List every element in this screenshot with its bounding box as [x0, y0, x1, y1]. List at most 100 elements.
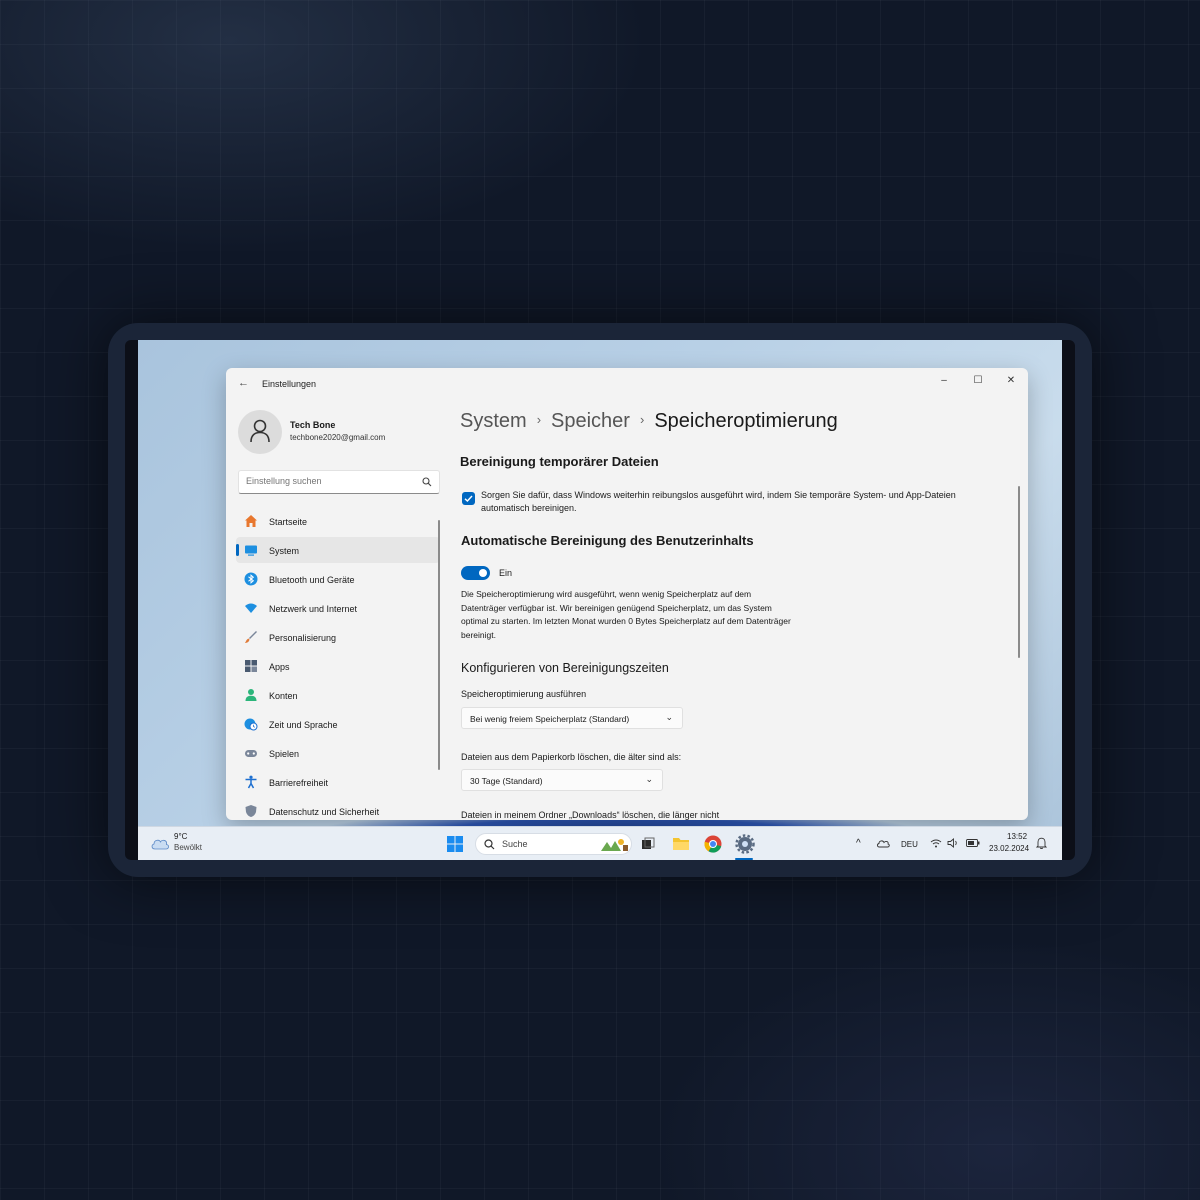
globe-clock-icon	[244, 718, 258, 731]
battery-icon[interactable]	[966, 839, 980, 847]
sidebar-item-netzwerk[interactable]: Netzwerk und Internet	[236, 595, 440, 621]
avatar[interactable]	[238, 410, 282, 454]
file-explorer-icon[interactable]	[672, 835, 690, 851]
sidebar-item-datenschutz[interactable]: Datenschutz und Sicherheit	[236, 798, 440, 820]
recycle-bin-label: Dateien aus dem Papierkorb löschen, die …	[461, 752, 682, 762]
close-button[interactable]: ✕	[999, 372, 1023, 390]
minimize-button[interactable]: –	[932, 372, 956, 390]
chevron-down-icon: ⌄	[665, 712, 673, 722]
active-app-indicator	[735, 858, 753, 860]
toggle-state-label: Ein	[499, 568, 513, 578]
window-title: Einstellungen	[262, 379, 317, 389]
wifi-tray-icon[interactable]	[930, 838, 942, 848]
breadcrumb-separator: ›	[536, 412, 542, 427]
checkmark-icon	[464, 495, 473, 502]
section-heading-auto: Automatische Bereinigung des Benutzerinh…	[461, 533, 754, 548]
apps-icon	[245, 660, 257, 672]
recycle-bin-dropdown[interactable]: 30 Tage (Standard) ⌄	[461, 769, 663, 791]
weather-desc: Bewölkt	[174, 843, 203, 852]
taskbar-search[interactable]: Suche	[475, 833, 632, 855]
run-frequency-dropdown[interactable]: Bei wenig freiem Speicherplatz (Standard…	[461, 707, 683, 729]
task-view-icon[interactable]	[641, 837, 655, 851]
tray-overflow-chevron-icon[interactable]: ^	[856, 838, 861, 849]
sidebar-item-label: Spielen	[269, 749, 300, 759]
temp-files-checkbox-label: Sorgen Sie dafür, dass Windows weiterhin…	[481, 490, 956, 513]
wifi-icon	[245, 603, 257, 613]
desktop: ← Einstellungen – ☐ ✕ Tech Bone techbone…	[138, 340, 1062, 860]
weather-temp: 9°C	[174, 832, 188, 841]
dropdown-value: 30 Tage (Standard)	[470, 776, 543, 786]
volume-icon[interactable]	[947, 838, 959, 848]
breadcrumb-system[interactable]: System	[460, 410, 527, 432]
content-scrollbar[interactable]	[1018, 486, 1020, 658]
sidebar-scrollbar[interactable]	[438, 520, 440, 770]
search-icon[interactable]	[422, 477, 432, 487]
downloads-label: Dateien in meinem Ordner „Downloads“ lös…	[461, 810, 720, 820]
sidebar-item-label: Personalisierung	[269, 633, 337, 643]
onedrive-icon[interactable]	[876, 838, 890, 848]
bell-icon[interactable]	[1036, 837, 1047, 849]
sidebar: Tech Bone techbone2020@gmail.com Startse	[226, 400, 442, 820]
sidebar-item-label: Barrierefreiheit	[269, 778, 329, 788]
brush-icon	[245, 631, 257, 643]
taskbar: 9°C Bewölkt Suche ^ DEU 13:52 23.02.2024	[138, 826, 1062, 860]
sidebar-nav: Startseite System Bluetooth und Geräte N…	[236, 508, 440, 820]
search-icon	[484, 839, 495, 850]
title-bar: ← Einstellungen – ☐ ✕	[226, 368, 1028, 400]
settings-window: ← Einstellungen – ☐ ✕ Tech Bone techbone…	[226, 368, 1028, 820]
auto-cleanup-description: Die Speicheroptimierung wird ausgeführt,…	[461, 589, 791, 640]
sidebar-item-personalisierung[interactable]: Personalisierung	[236, 624, 440, 650]
taskbar-search-label: Suche	[502, 839, 528, 849]
back-button[interactable]: ←	[238, 377, 249, 389]
sidebar-item-label: Konten	[269, 691, 298, 701]
search-highlight-icon	[601, 839, 628, 851]
sidebar-item-zeit[interactable]: Zeit und Sprache	[236, 711, 440, 737]
search-input[interactable]	[246, 476, 416, 486]
person-icon	[245, 689, 257, 701]
sidebar-item-label: Zeit und Sprache	[269, 720, 338, 730]
person-icon	[250, 419, 270, 443]
sidebar-item-label: Startseite	[269, 517, 308, 527]
monitor-icon	[245, 545, 257, 556]
sidebar-item-konten[interactable]: Konten	[236, 682, 440, 708]
bluetooth-icon	[244, 572, 258, 586]
breadcrumb-separator: ›	[639, 412, 645, 427]
section-heading-config: Konfigurieren von Bereinigungszeiten	[461, 661, 669, 675]
settings-search[interactable]	[238, 470, 440, 494]
sidebar-item-label: Datenschutz und Sicherheit	[269, 807, 380, 817]
clock-date[interactable]: 23.02.2024	[989, 844, 1029, 853]
sidebar-item-startseite[interactable]: Startseite	[236, 508, 440, 534]
settings-gear-icon[interactable]	[735, 834, 755, 854]
chrome-icon[interactable]	[704, 835, 722, 853]
chevron-down-icon: ⌄	[645, 774, 653, 784]
sidebar-item-spielen[interactable]: Spielen	[236, 740, 440, 766]
home-icon	[245, 515, 257, 527]
sidebar-item-bluetooth[interactable]: Bluetooth und Geräte	[236, 566, 440, 592]
section-heading-temp: Bereinigung temporärer Dateien	[460, 454, 659, 469]
user-name: Tech Bone	[290, 420, 336, 430]
cloud-icon[interactable]	[150, 836, 170, 850]
windows-start-icon[interactable]	[447, 836, 463, 852]
screen: ← Einstellungen – ☐ ✕ Tech Bone techbone…	[125, 340, 1075, 860]
sidebar-item-system[interactable]: System	[236, 537, 440, 563]
user-email: techbone2020@gmail.com	[290, 433, 386, 442]
sidebar-item-label: Netzwerk und Internet	[269, 604, 358, 614]
shield-icon	[245, 805, 257, 817]
breadcrumb-speicher[interactable]: Speicher	[551, 410, 630, 432]
accessibility-icon	[245, 775, 257, 789]
sidebar-item-label: Bluetooth und Geräte	[269, 575, 355, 585]
maximize-button[interactable]: ☐	[966, 372, 990, 390]
sidebar-item-label: Apps	[269, 662, 290, 672]
clock-time[interactable]: 13:52	[1007, 832, 1027, 841]
main-content: System › Speicher › Speicheroptimierung Bere…	[460, 400, 1020, 820]
auto-cleanup-toggle[interactable]	[461, 566, 490, 580]
run-frequency-label: Speicheroptimierung ausführen	[461, 689, 587, 699]
dropdown-value: Bei wenig freiem Speicherplatz (Standard…	[470, 714, 630, 724]
gamepad-icon	[245, 750, 257, 757]
sidebar-item-apps[interactable]: Apps	[236, 653, 440, 679]
sidebar-item-barrierefreiheit[interactable]: Barrierefreiheit	[236, 769, 440, 795]
sidebar-item-label: System	[269, 546, 300, 556]
breadcrumb: System › Speicher › Speicheroptimierung	[460, 410, 838, 433]
language-indicator[interactable]: DEU	[901, 840, 918, 849]
temp-files-checkbox[interactable]	[462, 492, 475, 505]
